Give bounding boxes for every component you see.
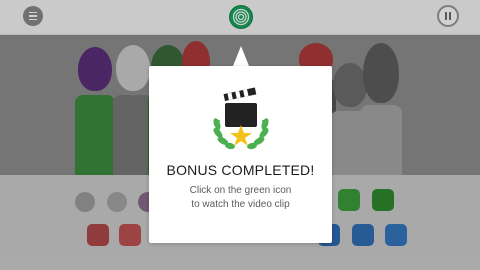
sound-icon-4[interactable]	[338, 189, 360, 211]
hamburger-icon	[29, 12, 37, 20]
sound-icon-7[interactable]	[119, 224, 141, 246]
popup-title: BONUS COMPLETED!	[166, 162, 315, 178]
popup-pointer	[233, 46, 249, 66]
bonus-popup: BONUS COMPLETED! Click on the green icon…	[149, 66, 332, 243]
sound-icon-9[interactable]	[352, 224, 374, 246]
sound-icon-2[interactable]	[107, 192, 127, 212]
clapperboard-trophy-icon	[213, 87, 269, 150]
top-bar	[0, 0, 480, 35]
sound-icon-1[interactable]	[75, 192, 95, 212]
green-spiral-icon	[232, 8, 250, 26]
pause-button[interactable]	[437, 5, 459, 27]
popup-line-2: to watch the video clip	[191, 199, 290, 210]
character-7[interactable]	[360, 35, 402, 175]
sound-icon-6[interactable]	[87, 224, 109, 246]
bonus-video-button[interactable]	[230, 6, 252, 28]
sound-icon-10[interactable]	[385, 224, 407, 246]
character-2[interactable]	[113, 35, 153, 175]
pause-icon	[445, 12, 447, 20]
popup-line-1: Click on the green icon	[189, 185, 292, 196]
menu-button[interactable]	[23, 6, 43, 26]
sound-icon-5[interactable]	[372, 189, 394, 211]
character-1[interactable]	[75, 35, 115, 175]
popup-description: Click on the green icon to watch the vid…	[149, 184, 332, 212]
